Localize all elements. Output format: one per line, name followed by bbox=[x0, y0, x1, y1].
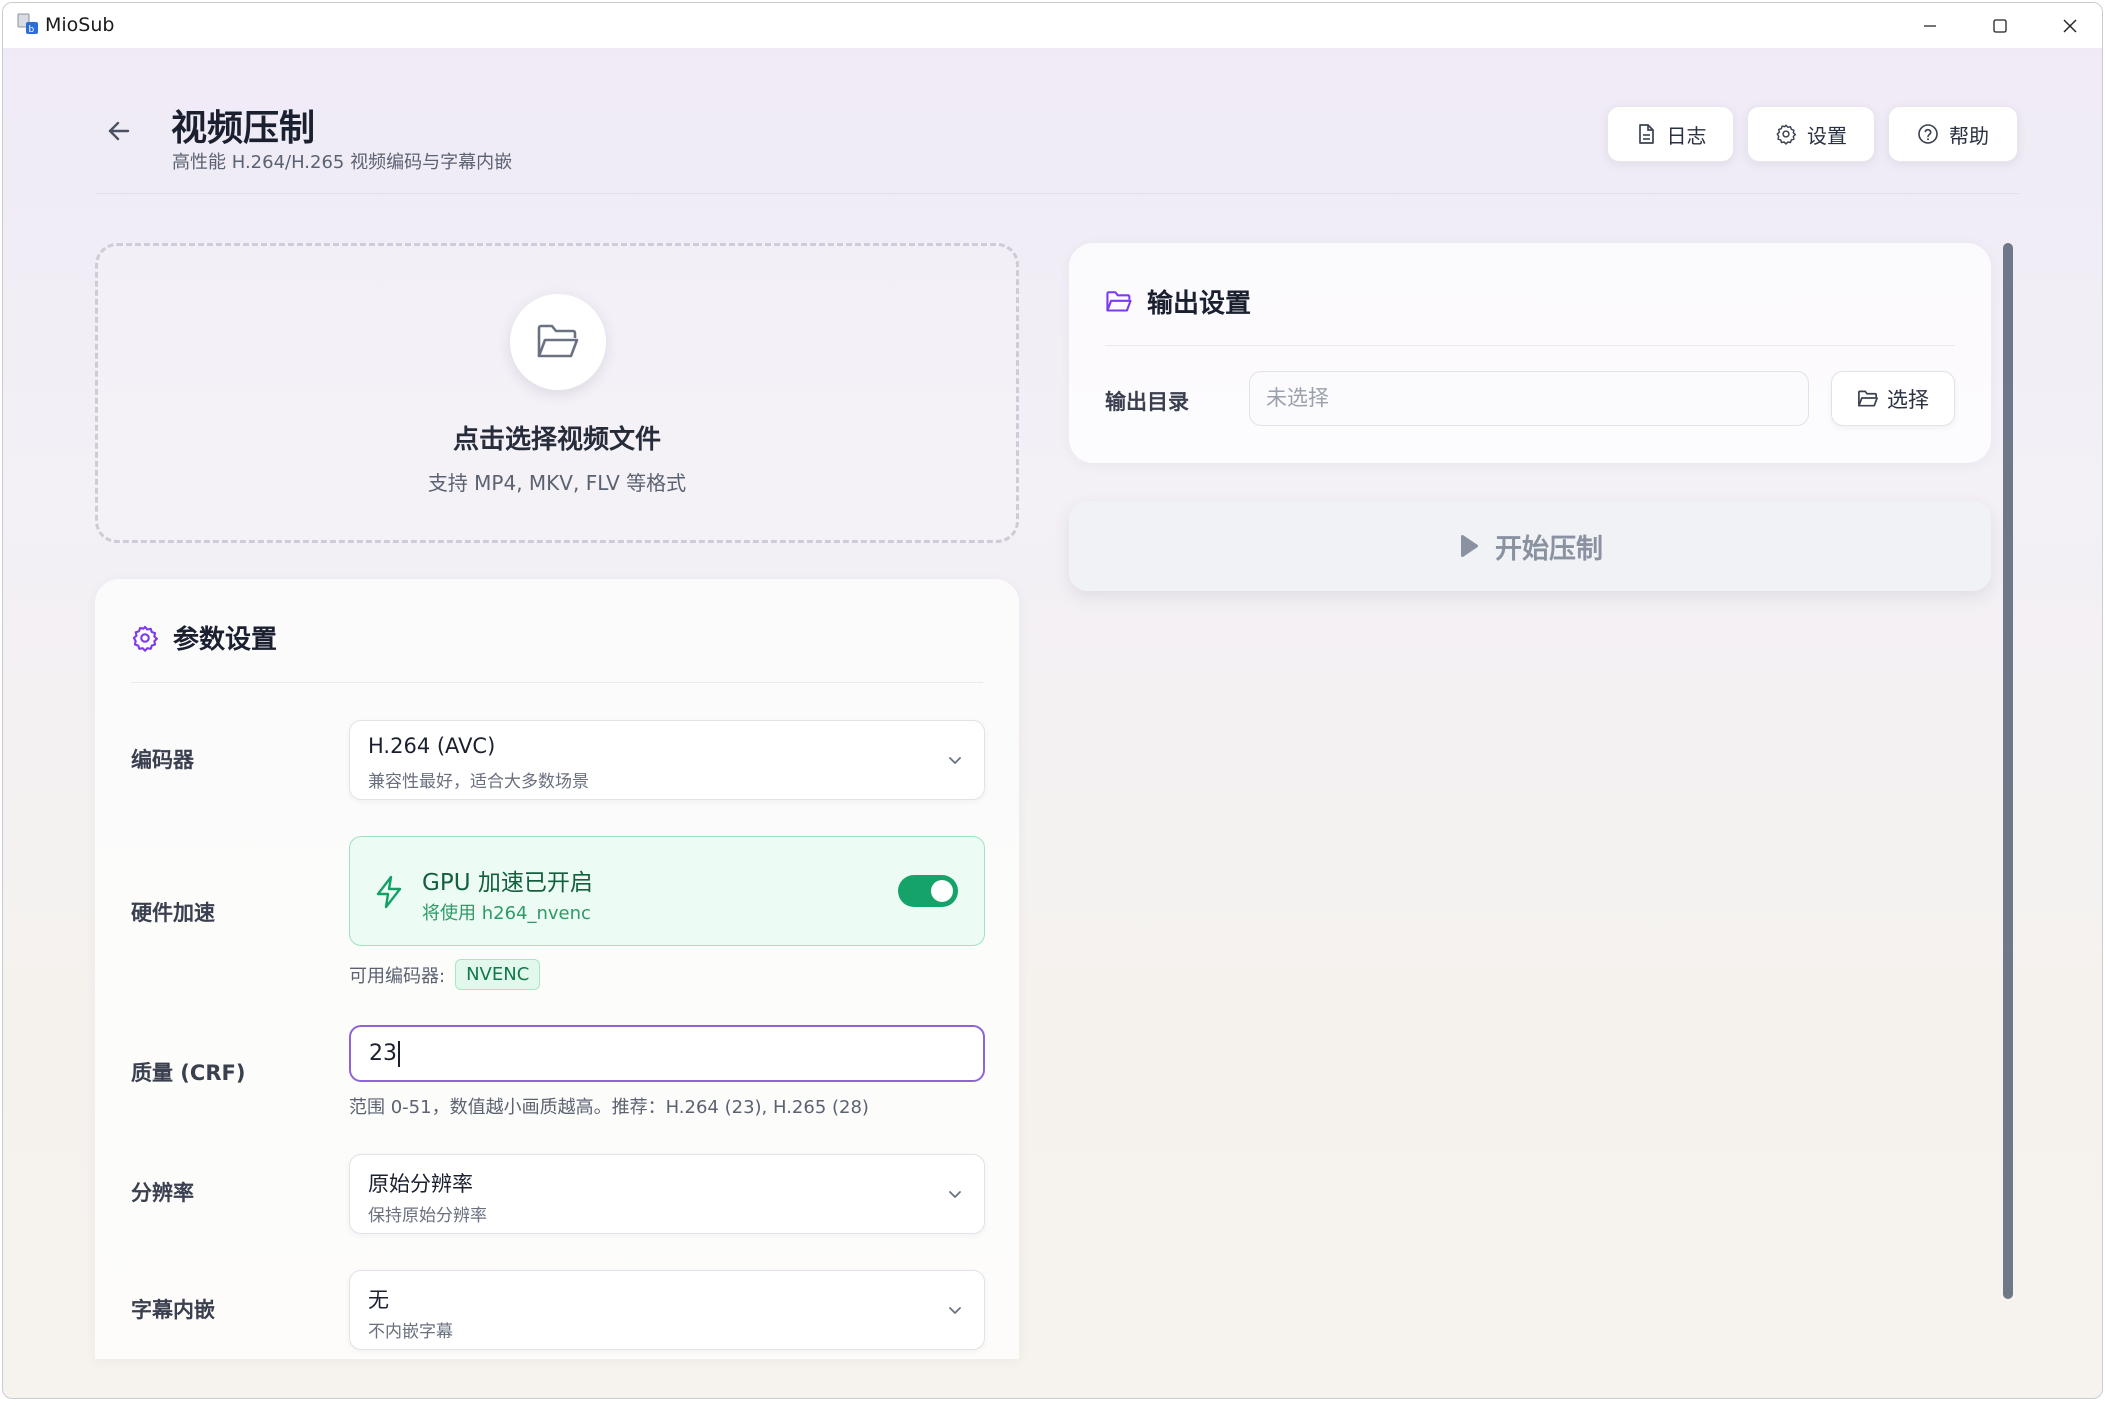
crf-input[interactable]: 23 bbox=[349, 1025, 985, 1082]
output-dir-label: 输出目录 bbox=[1105, 390, 1189, 414]
arrow-left-icon bbox=[108, 121, 130, 141]
help-circle-icon bbox=[1918, 124, 1938, 144]
maximize-button[interactable] bbox=[1965, 3, 2035, 48]
document-icon bbox=[1638, 124, 1654, 144]
help-button[interactable]: 帮助 bbox=[1888, 106, 2018, 162]
gear-icon bbox=[132, 625, 158, 652]
crf-value: 23 bbox=[369, 1041, 397, 1066]
lightning-icon bbox=[376, 875, 402, 909]
help-button-label: 帮助 bbox=[1949, 123, 1989, 148]
svg-text:b: b bbox=[29, 25, 35, 35]
output-divider bbox=[1105, 345, 1955, 346]
params-divider bbox=[131, 682, 983, 683]
crf-hint: 范围 0-51，数值越小画质越高。推荐：H.264 (23), H.265 (2… bbox=[349, 1097, 869, 1118]
output-settings-card: 输出设置 输出目录 未选择 选择 bbox=[1069, 243, 1991, 463]
title-bar: b MioSub bbox=[3, 3, 2102, 48]
resolution-value: 原始分辨率 bbox=[368, 1172, 473, 1196]
page-title: 视频压制 bbox=[171, 108, 316, 149]
encoder-description: 兼容性最好，适合大多数场景 bbox=[368, 772, 589, 792]
hardware-accel-label: 硬件加速 bbox=[131, 901, 215, 925]
settings-button-label: 设置 bbox=[1807, 123, 1847, 148]
folder-open-icon bbox=[1106, 290, 1132, 312]
back-button[interactable] bbox=[105, 117, 133, 149]
available-encoders: 可用编码器: NVENC bbox=[349, 959, 541, 990]
dropzone-title: 点击选择视频文件 bbox=[452, 425, 661, 455]
resolution-label: 分辨率 bbox=[131, 1181, 194, 1205]
chevron-down-icon bbox=[949, 1307, 961, 1314]
video-file-dropzone[interactable]: 点击选择视频文件 支持 MP4, MKV, FLV 等格式 bbox=[95, 243, 1019, 543]
window-title: MioSub bbox=[45, 14, 115, 36]
minimize-button[interactable] bbox=[1895, 3, 1965, 48]
encoder-badge: NVENC bbox=[455, 959, 541, 990]
start-encoding-label: 开始压制 bbox=[1495, 533, 1603, 565]
page-subtitle: 高性能 H.264/H.265 视频编码与字幕内嵌 bbox=[172, 152, 513, 173]
log-button-label: 日志 bbox=[1666, 123, 1707, 148]
resolution-select[interactable]: 原始分辨率 保持原始分辨率 bbox=[349, 1154, 985, 1234]
output-card-header: 输出设置 bbox=[1105, 283, 1251, 320]
start-encoding-button[interactable]: 开始压制 bbox=[1069, 501, 1991, 591]
settings-button[interactable]: 设置 bbox=[1747, 106, 1875, 162]
subtitle-description: 不内嵌字幕 bbox=[368, 1322, 453, 1342]
output-card-title: 输出设置 bbox=[1147, 289, 1252, 319]
chevron-down-icon bbox=[949, 1191, 961, 1198]
encoder-select[interactable]: H.264 (AVC) 兼容性最好，适合大多数场景 bbox=[349, 720, 985, 800]
scrollbar[interactable] bbox=[2003, 243, 2013, 1299]
close-button[interactable] bbox=[2035, 3, 2102, 48]
folder-open-icon bbox=[1858, 389, 1878, 407]
gpu-status-subtitle: 将使用 h264_nvenc bbox=[422, 903, 591, 924]
text-caret bbox=[398, 1041, 400, 1067]
params-card-header: 参数设置 bbox=[131, 619, 277, 656]
choose-dir-label: 选择 bbox=[1887, 387, 1929, 412]
encoder-value: H.264 (AVC) bbox=[368, 734, 496, 758]
available-encoders-label: 可用编码器: bbox=[349, 965, 446, 987]
dropzone-subtitle: 支持 MP4, MKV, FLV 等格式 bbox=[427, 471, 687, 495]
gpu-acceleration-panel: GPU 加速已开启 将使用 h264_nvenc bbox=[349, 836, 985, 946]
encoder-label: 编码器 bbox=[131, 748, 194, 772]
choose-dir-button[interactable]: 选择 bbox=[1831, 371, 1955, 426]
subtitle-value: 无 bbox=[368, 1288, 389, 1312]
params-card: 参数设置 编码器 H.264 (AVC) 兼容性最好，适合大多数场景 硬件加速 … bbox=[95, 579, 1019, 1359]
subtitle-burnin-label: 字幕内嵌 bbox=[131, 1298, 215, 1322]
header-divider bbox=[95, 193, 2019, 194]
gpu-status-title: GPU 加速已开启 bbox=[422, 870, 593, 896]
subtitle-select[interactable]: 无 不内嵌字幕 bbox=[349, 1270, 985, 1350]
output-dir-field[interactable]: 未选择 bbox=[1249, 371, 1809, 426]
gpu-acceleration-toggle[interactable] bbox=[898, 875, 958, 907]
params-card-title: 参数设置 bbox=[173, 625, 278, 655]
folder-open-icon bbox=[510, 294, 606, 390]
chevron-down-icon bbox=[949, 757, 961, 764]
gear-icon bbox=[1776, 124, 1797, 145]
play-icon bbox=[1460, 534, 1479, 558]
resolution-description: 保持原始分辨率 bbox=[368, 1206, 487, 1226]
log-button[interactable]: 日志 bbox=[1607, 106, 1734, 162]
toggle-knob bbox=[931, 880, 953, 902]
app-window: b MioSub 视频压制 高性能 H.264/H.265 视频编码与字幕内嵌 … bbox=[2, 2, 2103, 1399]
app-logo-icon: b bbox=[17, 13, 39, 35]
quality-label: 质量 (CRF) bbox=[131, 1061, 246, 1085]
